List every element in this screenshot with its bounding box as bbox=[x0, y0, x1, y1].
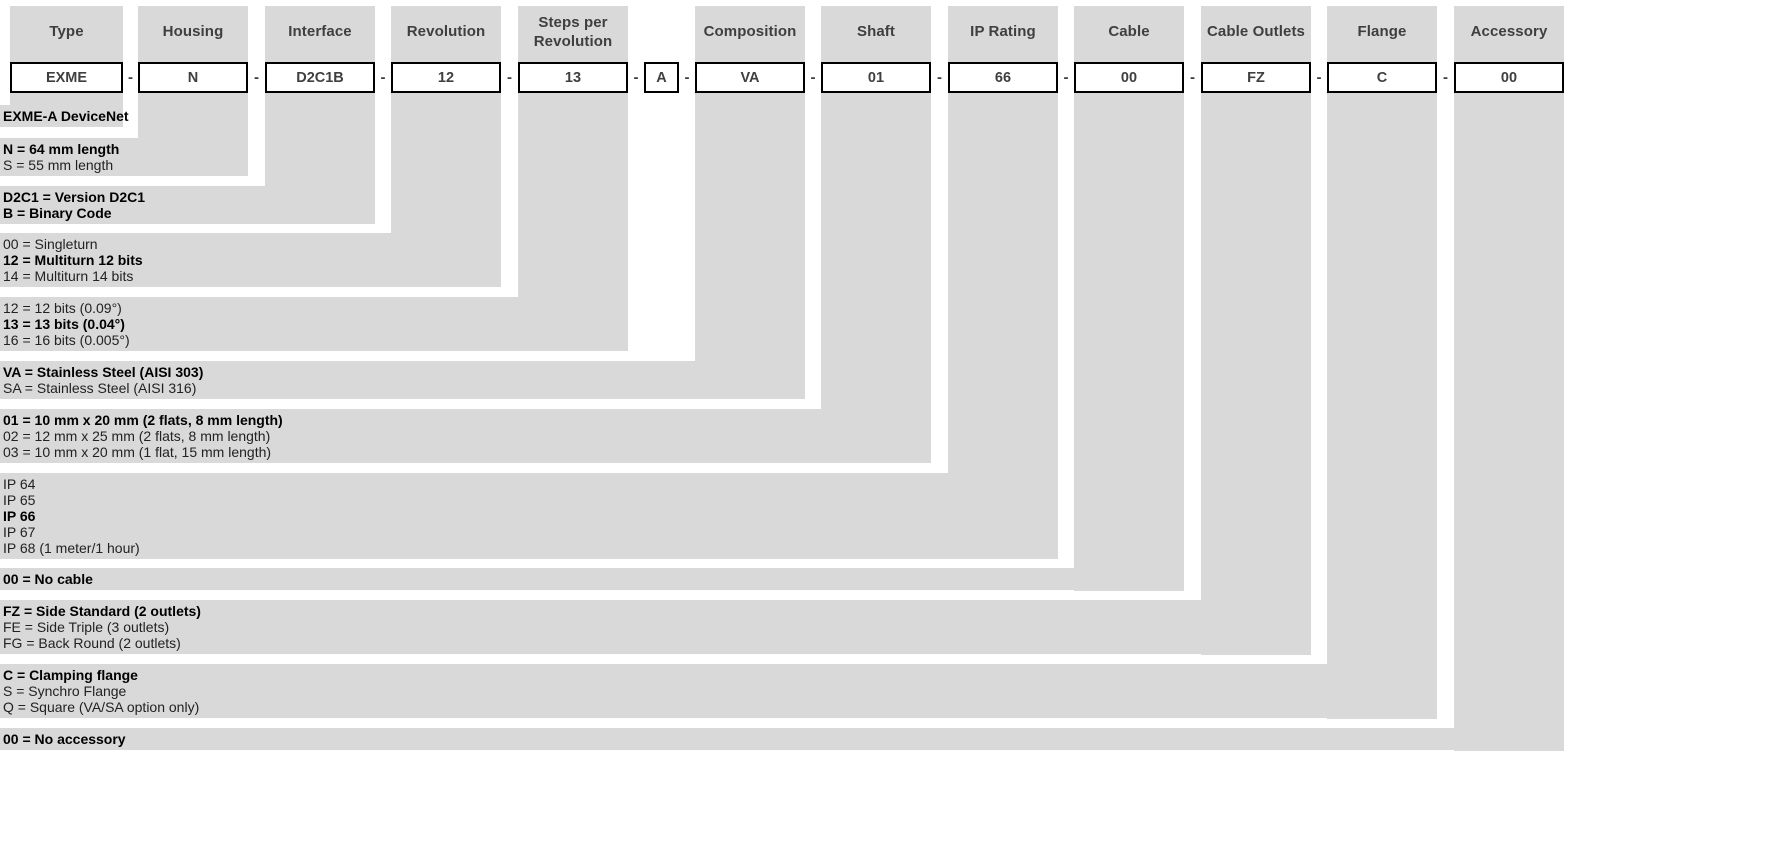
option-line: S = Synchro Flange bbox=[3, 683, 127, 699]
separator-dash-type: - bbox=[128, 69, 133, 86]
value-box-code_a[interactable]: A bbox=[644, 62, 679, 93]
column-band-cable_outlets bbox=[1201, 6, 1311, 655]
separator-dash-housing: - bbox=[254, 69, 259, 86]
description-block-interface: D2C1 = Version D2C1 B = Binary Code bbox=[0, 189, 375, 221]
value-box-shaft[interactable]: 01 bbox=[821, 62, 931, 93]
option-line: 16 = 16 bits (0.005°) bbox=[3, 332, 130, 348]
option-line: IP 66 bbox=[3, 508, 36, 524]
column-header-composition: Composition bbox=[703, 23, 797, 41]
option-line: FE = Side Triple (3 outlets) bbox=[3, 619, 170, 635]
separator-dash-cable_outlets: - bbox=[1316, 69, 1322, 86]
description-block-composition: VA = Stainless Steel (AISI 303) SA = Stai… bbox=[0, 364, 805, 396]
option-line: 03 = 10 mm x 20 mm (1 flat, 15 mm length… bbox=[3, 444, 272, 460]
value-box-accessory[interactable]: 00 bbox=[1454, 62, 1564, 93]
column-band-flange bbox=[1327, 6, 1437, 719]
option-line: B = Binary Code bbox=[3, 205, 112, 221]
value-box-cable_outlets[interactable]: FZ bbox=[1201, 62, 1311, 93]
description-block-revolution: 00 = Singleturn 12 = Multiturn 12 bits 14 … bbox=[0, 236, 501, 284]
description-block-housing: N = 64 mm length S = 55 mm length bbox=[0, 141, 248, 173]
option-line: 13 = 13 bits (0.04°) bbox=[3, 316, 125, 332]
option-line: 00 = Singleturn bbox=[3, 236, 98, 252]
description-block-shaft: 01 = 10 mm x 20 mm (2 flats, 8 mm length… bbox=[0, 412, 931, 460]
option-line: 00 = No accessory bbox=[3, 731, 126, 747]
option-line: SA = Stainless Steel (AISI 316) bbox=[3, 380, 197, 396]
description-block-cable_outlets: FZ = Side Standard (2 outlets) FE = Side … bbox=[0, 603, 1311, 651]
option-line: 01 = 10 mm x 20 mm (2 flats, 8 mm length… bbox=[3, 412, 283, 428]
description-block-steps_per_revolution: 12 = 12 bits (0.09°) 13 = 13 bits (0.04°)… bbox=[0, 300, 628, 348]
column-header-type: Type bbox=[49, 23, 84, 41]
option-line: 02 = 12 mm x 25 mm (2 flats, 8 mm length… bbox=[3, 428, 271, 444]
option-line: FG = Back Round (2 outlets) bbox=[3, 635, 181, 651]
option-line: N = 64 mm length bbox=[3, 141, 120, 157]
separator-dash-cable: - bbox=[1190, 69, 1195, 86]
column-band-cable bbox=[1074, 6, 1184, 591]
value-box-steps_per_revolution[interactable]: 13 bbox=[518, 62, 628, 93]
column-header-cable_outlets: Cable Outlets bbox=[1207, 23, 1305, 41]
option-line: IP 67 bbox=[3, 524, 36, 540]
column-header-shaft: Shaft bbox=[857, 23, 895, 41]
column-header-interface: Interface bbox=[288, 23, 352, 41]
option-line: VA = Stainless Steel (AISI 303) bbox=[3, 364, 204, 380]
option-line: 12 = 12 bits (0.09°) bbox=[3, 300, 122, 316]
separator-dash-code_a: - bbox=[684, 69, 690, 86]
value-box-revolution[interactable]: 12 bbox=[391, 62, 501, 93]
description-block-ip_rating: IP 64 IP 65 IP 66 IP 67 IP 68 (1 meter/1 hou… bbox=[0, 476, 1058, 556]
option-line: Q = Square (VA/SA option only) bbox=[3, 699, 200, 715]
column-header-revolution: Revolution bbox=[406, 23, 486, 41]
value-box-ip_rating[interactable]: 66 bbox=[948, 62, 1058, 93]
separator-dash-revolution: - bbox=[507, 69, 512, 86]
description-block-flange: C = Clamping flange S = Synchro Flange Q =… bbox=[0, 667, 1437, 715]
value-box-interface[interactable]: D2C1B bbox=[265, 62, 375, 93]
option-line: 12 = Multiturn 12 bits bbox=[3, 252, 143, 268]
option-line: C = Clamping flange bbox=[3, 667, 138, 683]
value-box-housing[interactable]: N bbox=[138, 62, 248, 93]
value-box-composition[interactable]: VA bbox=[695, 62, 805, 93]
column-header-steps_per_revolution: Steps per Revolution bbox=[533, 13, 613, 50]
option-line: D2C1 = Version D2C1 bbox=[3, 189, 146, 205]
option-line: FZ = Side Standard (2 outlets) bbox=[3, 603, 201, 619]
option-line: EXME-A DeviceNet bbox=[3, 108, 129, 124]
column-header-flange: Flange bbox=[1357, 23, 1407, 41]
separator-dash-interface: - bbox=[380, 69, 386, 86]
column-header-housing: Housing bbox=[162, 23, 224, 41]
option-line: 14 = Multiturn 14 bits bbox=[3, 268, 134, 284]
value-box-flange[interactable]: C bbox=[1327, 62, 1437, 93]
option-line: IP 68 (1 meter/1 hour) bbox=[3, 540, 140, 556]
column-header-ip_rating: IP Rating bbox=[970, 23, 1036, 41]
description-block-cable: 00 = No cable bbox=[0, 571, 1184, 587]
option-line: S = 55 mm length bbox=[3, 157, 114, 173]
separator-dash-steps_per_revolution: - bbox=[633, 69, 639, 86]
separator-dash-flange: - bbox=[1443, 69, 1448, 86]
value-box-type[interactable]: EXME bbox=[10, 62, 123, 93]
separator-dash-shaft: - bbox=[937, 69, 942, 86]
column-header-accessory: Accessory bbox=[1470, 23, 1548, 41]
option-line: IP 65 bbox=[3, 492, 36, 508]
order-code-diagram: Type Housing Interface Revolution Steps per … bbox=[0, 0, 1771, 844]
separator-dash-composition: - bbox=[810, 69, 816, 86]
column-header-cable: Cable bbox=[1108, 23, 1150, 41]
option-line: 00 = No cable bbox=[3, 571, 93, 587]
description-block-type: EXME-A DeviceNet bbox=[0, 108, 129, 124]
option-line: IP 64 bbox=[3, 476, 36, 492]
separator-dash-ip_rating: - bbox=[1063, 69, 1069, 86]
value-box-cable[interactable]: 00 bbox=[1074, 62, 1184, 93]
column-band-accessory bbox=[1454, 6, 1564, 751]
description-block-accessory: 00 = No accessory bbox=[0, 731, 1564, 747]
